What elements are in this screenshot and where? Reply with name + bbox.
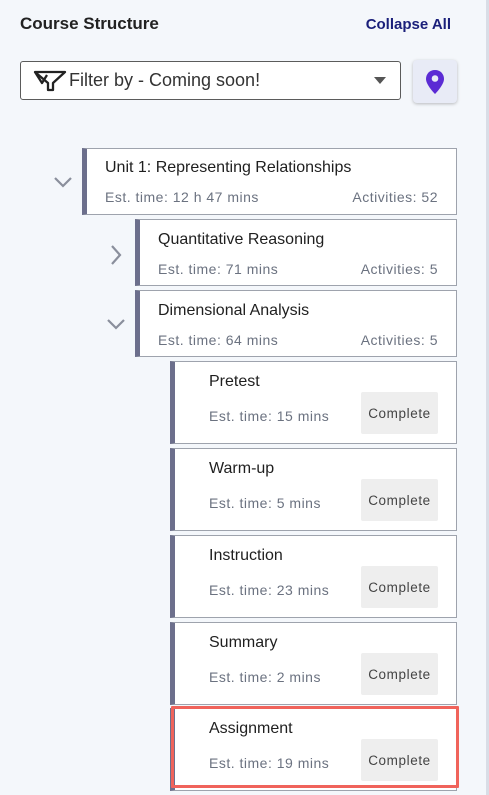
lesson-title: Quantitative Reasoning (158, 231, 325, 248)
activity-est-time: Est. time: 19 mins (209, 755, 330, 771)
chevron-right-icon[interactable] (109, 244, 123, 266)
activity-title: Pretest (209, 373, 260, 390)
unit-est-time: Est. time: 12 h 47 mins (105, 189, 259, 205)
dropdown-caret-icon (374, 77, 386, 84)
activity-title: Warm-up (209, 460, 275, 477)
status-badge[interactable]: Complete (361, 392, 438, 434)
collapse-all-button[interactable]: Collapse All (366, 16, 451, 33)
status-badge[interactable]: Complete (361, 739, 438, 781)
lesson-activities-count: Activities: 5 (360, 261, 438, 277)
activity-card[interactable]: Warm-up Est. time: 5 mins Complete (170, 448, 457, 531)
page-title: Course Structure (20, 14, 159, 33)
activity-est-time: Est. time: 15 mins (209, 408, 330, 424)
chevron-down-icon[interactable] (53, 175, 73, 189)
lesson-est-time: Est. time: 71 mins (158, 261, 279, 277)
unit-activities-count: Activities: 52 (352, 189, 438, 205)
filter-select[interactable]: Filter by - Coming soon! (20, 61, 401, 100)
activity-title: Summary (209, 634, 278, 651)
activity-title: Instruction (209, 547, 283, 564)
activity-card[interactable]: Summary Est. time: 2 mins Complete (170, 622, 457, 705)
lesson-est-time: Est. time: 64 mins (158, 332, 279, 348)
activity-card[interactable]: Assignment Est. time: 19 mins Complete (170, 708, 457, 791)
lesson-card[interactable]: Quantitative Reasoning Est. time: 71 min… (135, 219, 457, 286)
lesson-activities-count: Activities: 5 (360, 332, 438, 348)
unit-card[interactable]: Unit 1: Representing Relationships Est. … (82, 148, 457, 215)
activity-card[interactable]: Pretest Est. time: 15 mins Complete (170, 361, 457, 444)
lesson-card[interactable]: Dimensional Analysis Est. time: 64 mins … (135, 290, 457, 357)
unit-title: Unit 1: Representing Relationships (105, 159, 352, 176)
activity-est-time: Est. time: 23 mins (209, 582, 330, 598)
location-pin-button[interactable] (413, 60, 457, 103)
activity-est-time: Est. time: 2 mins (209, 669, 321, 685)
location-pin-icon (426, 69, 444, 94)
activity-card[interactable]: Instruction Est. time: 23 mins Complete (170, 535, 457, 618)
activity-title: Assignment (209, 720, 293, 737)
panel-header: Course Structure Collapse All (20, 14, 451, 34)
status-badge[interactable]: Complete (361, 479, 438, 521)
status-badge[interactable]: Complete (361, 653, 438, 695)
lesson-title: Dimensional Analysis (158, 302, 310, 319)
activity-est-time: Est. time: 5 mins (209, 495, 321, 511)
filter-label: Filter by - Coming soon! (69, 70, 261, 90)
status-badge[interactable]: Complete (361, 566, 438, 608)
chevron-down-icon[interactable] (106, 317, 126, 331)
wyzant-filter-icon (33, 70, 67, 91)
